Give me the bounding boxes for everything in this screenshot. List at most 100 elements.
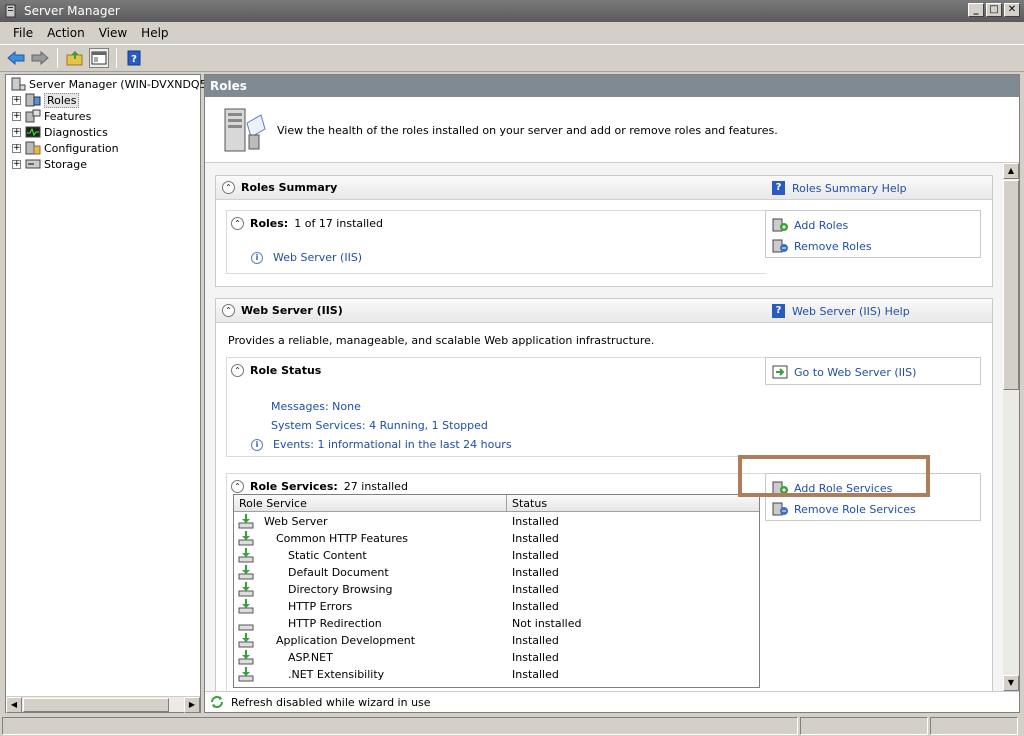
console-tree[interactable]: Server Manager (WIN-DVXNDQ5QF + Roles + … — [5, 74, 222, 713]
column-header-status[interactable]: Status — [512, 497, 547, 510]
go-to-web-server-link[interactable]: Go to Web Server (IIS) — [772, 365, 916, 379]
scroll-thumb[interactable] — [23, 697, 169, 712]
add-roles-link[interactable]: Add Roles — [772, 218, 848, 232]
pane-status-bar: Refresh disabled while wizard in use — [205, 691, 1019, 712]
roles-summary-help-link[interactable]: ? Roles Summary Help — [772, 181, 907, 195]
collapse-icon[interactable]: ⌃ — [231, 364, 244, 377]
refresh-icon — [211, 696, 223, 708]
forward-arrow-icon — [31, 51, 49, 65]
minimize-button[interactable]: _ — [968, 3, 984, 17]
table-row[interactable]: HTTP Errors Installed — [234, 598, 759, 615]
role-service-status: Installed — [512, 532, 559, 545]
roles-summary-header: ⌃ Roles Summary ? Roles Summary Help — [216, 176, 992, 200]
pane-header: Roles — [205, 75, 1019, 97]
tree-item-roles[interactable]: + Roles — [12, 92, 80, 108]
menu-file[interactable]: File — [6, 26, 40, 40]
column-header-role-service[interactable]: Role Service — [239, 497, 307, 510]
tree-item-features[interactable]: + Features — [12, 108, 91, 124]
role-service-name: Static Content — [288, 549, 367, 562]
roles-icon — [25, 93, 41, 107]
refresh-status-text: Refresh disabled while wizard in use — [231, 695, 431, 709]
remove-roles-icon — [772, 239, 788, 253]
expand-icon[interactable]: + — [12, 159, 21, 169]
role-service-status: Installed — [512, 566, 559, 579]
web-server-iis-link[interactable]: Web Server (IIS) — [273, 251, 362, 264]
role-service-status: Installed — [512, 583, 559, 596]
collapse-icon[interactable]: ⌃ — [222, 304, 235, 317]
role-service-name: Default Document — [288, 566, 389, 579]
go-to-icon — [772, 365, 788, 379]
folder-up-icon — [66, 51, 83, 66]
scroll-thumb[interactable] — [1003, 180, 1019, 390]
console-tree-icon — [91, 51, 107, 65]
role-services-table[interactable]: Role Service Status Web Server Installed C… — [233, 494, 760, 688]
remove-role-services-link[interactable]: Remove Role Services — [772, 502, 916, 516]
table-row[interactable]: .NET Extensibility Installed — [234, 666, 759, 683]
collapse-icon[interactable]: ⌃ — [222, 181, 235, 194]
system-services-link[interactable]: System Services: 4 Running, 1 Stopped — [271, 419, 488, 432]
menu-help[interactable]: Help — [134, 26, 175, 40]
table-row[interactable]: ASP.NET Installed — [234, 649, 759, 666]
messages-link[interactable]: Messages: None — [271, 400, 361, 413]
role-status-subsection: ⌃ Role Status Messages: None System Serv… — [226, 357, 766, 457]
tree-item-diagnostics[interactable]: + Diagnostics — [12, 124, 108, 140]
tree-item-storage[interactable]: + Storage — [12, 156, 87, 172]
role-status-actions: Go to Web Server (IIS) — [765, 357, 981, 385]
help-button[interactable]: ? — [124, 48, 144, 68]
close-button[interactable]: ✕ — [1004, 3, 1020, 17]
diagnostics-icon — [25, 126, 41, 138]
collapse-icon[interactable]: ⌃ — [231, 480, 244, 493]
collapse-icon[interactable]: ⌃ — [231, 217, 244, 230]
scroll-down-arrow[interactable]: ▼ — [1003, 675, 1019, 691]
table-row[interactable]: Common HTTP Features Installed — [234, 530, 759, 547]
table-row[interactable]: Directory Browsing Installed — [234, 581, 759, 598]
menu-action[interactable]: Action — [40, 26, 92, 40]
status-cell — [2, 717, 798, 735]
features-icon — [25, 109, 41, 123]
menu-view[interactable]: View — [92, 26, 134, 40]
table-header: Role Service Status — [234, 495, 759, 512]
help-icon: ? — [772, 304, 785, 318]
role-service-status: Installed — [512, 668, 559, 681]
scroll-right-arrow[interactable]: ▶ — [184, 696, 200, 713]
show-hide-console-tree-button[interactable] — [89, 48, 109, 68]
storage-icon — [25, 159, 41, 169]
role-service-status: Installed — [512, 634, 559, 647]
expand-icon[interactable]: + — [12, 95, 21, 105]
remove-role-services-icon — [772, 502, 788, 516]
server-manager-icon — [5, 4, 16, 18]
role-service-name: Directory Browsing — [288, 583, 393, 596]
remove-roles-link[interactable]: Remove Roles — [772, 239, 872, 253]
tree-horizontal-scrollbar[interactable]: ◀ ▶ — [6, 696, 200, 713]
scroll-left-arrow[interactable]: ◀ — [6, 696, 22, 713]
highlight-box — [738, 455, 930, 497]
table-row[interactable]: Web Server Installed — [234, 513, 759, 530]
table-row[interactable]: Default Document Installed — [234, 564, 759, 581]
role-service-status: Not installed — [512, 617, 582, 630]
installed-icon — [238, 599, 254, 614]
back-button[interactable] — [6, 48, 26, 68]
tree-root[interactable]: Server Manager (WIN-DVXNDQ5QF — [10, 76, 222, 92]
expand-icon[interactable]: + — [12, 127, 21, 137]
info-icon: i — [251, 251, 263, 264]
table-row[interactable]: Static Content Installed — [234, 547, 759, 564]
content-scroll-area: ⌃ Roles Summary ? Roles Summary Help ⌃ R… — [205, 163, 1003, 691]
svg-text:?: ? — [131, 54, 137, 65]
window-title: Server Manager — [24, 4, 120, 18]
role-service-name: Application Development — [276, 634, 416, 647]
toolbar: ? — [0, 44, 1024, 72]
tree-item-configuration[interactable]: + Configuration — [12, 140, 119, 156]
maximize-button[interactable]: □ — [986, 3, 1002, 17]
up-folder-button[interactable] — [65, 48, 85, 68]
scroll-up-arrow[interactable]: ▲ — [1003, 163, 1019, 179]
expand-icon[interactable]: + — [12, 111, 21, 121]
roles-subsection: ⌃ Roles: 1 of 17 installed i Web Server … — [226, 210, 766, 274]
table-row[interactable]: HTTP Redirection Not installed — [234, 615, 759, 632]
expand-icon[interactable]: + — [12, 143, 21, 153]
forward-button[interactable] — [30, 48, 50, 68]
details-vertical-scrollbar[interactable]: ▲ ▼ — [1003, 163, 1019, 691]
events-link[interactable]: Events: 1 informational in the last 24 h… — [273, 438, 512, 451]
web-server-help-link[interactable]: ? Web Server (IIS) Help — [772, 304, 910, 318]
table-row[interactable]: Application Development Installed — [234, 632, 759, 649]
installed-icon — [238, 667, 254, 682]
